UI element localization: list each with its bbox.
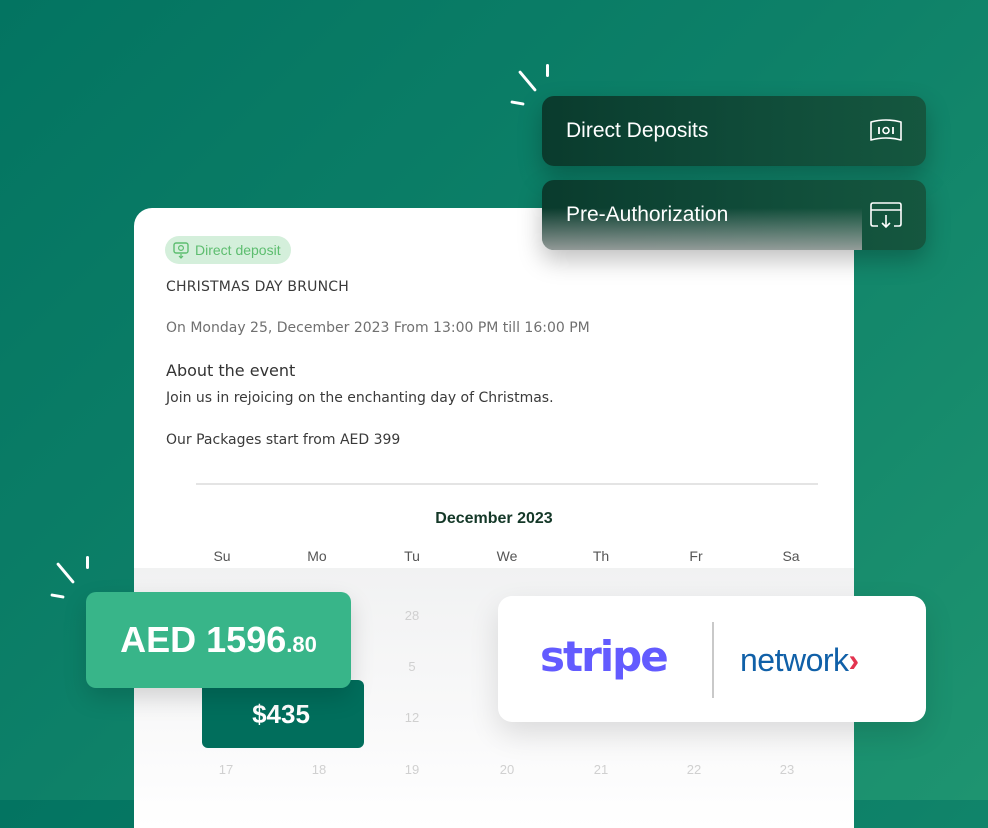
badge-label: Direct deposit: [195, 242, 281, 258]
calendar-day[interactable]: 19: [382, 762, 442, 777]
spark-decoration: [546, 64, 549, 77]
calendar-day[interactable]: 5: [382, 659, 442, 674]
network-chevron-icon: ›: [848, 642, 860, 678]
spark-decoration: [517, 70, 538, 92]
deposit-icon: [173, 242, 189, 259]
aed-decimal: .80: [286, 632, 317, 657]
weekday-tu: Tu: [404, 548, 420, 564]
payment-partners-card: stripe network›: [498, 596, 926, 722]
event-date: On Monday 25, December 2023 From 13:00 P…: [166, 320, 590, 336]
calendar-day[interactable]: 22: [664, 762, 724, 777]
weekday-mo: Mo: [307, 548, 327, 564]
spark-decoration: [510, 100, 525, 106]
spark-decoration: [50, 593, 65, 599]
weekday-we: We: [496, 548, 518, 564]
divider: [196, 483, 818, 485]
spark-decoration: [86, 556, 89, 569]
packages-text: Our Packages start from AED 399: [166, 432, 401, 448]
banknote-icon: [870, 119, 902, 141]
calendar-day[interactable]: 17: [196, 762, 256, 777]
spark-decoration: [55, 562, 76, 584]
aed-amount: AED 1596: [120, 619, 287, 660]
direct-deposits-label: Direct Deposits: [566, 119, 709, 142]
weekday-su: Su: [213, 548, 231, 564]
stripe-logo: stripe: [540, 632, 669, 681]
direct-deposits-option[interactable]: Direct Deposits: [542, 96, 926, 166]
weekday-th: Th: [592, 548, 610, 564]
network-logo-text: network: [740, 642, 849, 678]
pre-authorization-option[interactable]: Pre-Authorization: [542, 180, 926, 250]
calendar-day[interactable]: 12: [382, 710, 442, 725]
about-heading: About the event: [166, 361, 296, 380]
calendar-day[interactable]: 18: [289, 762, 349, 777]
direct-deposit-badge: Direct deposit: [165, 236, 291, 264]
weekday-fr: Fr: [689, 548, 703, 564]
pre-authorization-label: Pre-Authorization: [566, 203, 729, 226]
usd-amount: $435: [252, 698, 310, 729]
network-logo: network›: [740, 642, 859, 679]
calendar-day[interactable]: 28: [382, 608, 442, 623]
usd-price-tag: $435: [202, 680, 364, 748]
aed-price-tag: AED 1596.80: [86, 592, 351, 688]
weekday-sa: Sa: [782, 548, 800, 564]
calendar-month: December 2023: [435, 510, 553, 527]
calendar-day[interactable]: 21: [571, 762, 631, 777]
logo-separator: [712, 622, 714, 698]
about-text: Join us in rejoicing on the enchanting d…: [166, 390, 554, 406]
event-title: CHRISTMAS DAY BRUNCH: [166, 279, 349, 295]
calendar-day[interactable]: 20: [477, 762, 537, 777]
card-download-icon: [870, 202, 902, 229]
calendar-day[interactable]: 23: [757, 762, 817, 777]
